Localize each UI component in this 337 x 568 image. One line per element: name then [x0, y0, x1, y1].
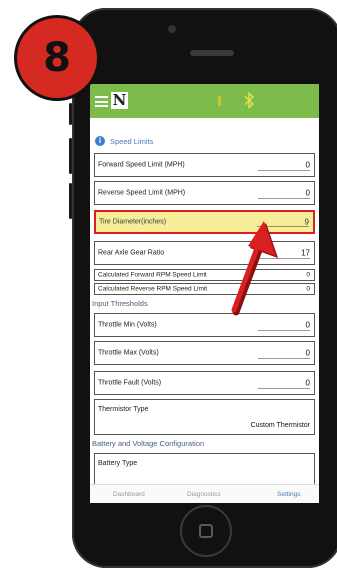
field-label: Tire Diameter(inches): [99, 218, 167, 226]
field-label: Battery Type: [98, 460, 138, 467]
nav-dashboard[interactable]: Dashboard: [113, 491, 145, 498]
home-button[interactable]: [180, 505, 232, 557]
field-value: 0: [305, 378, 310, 388]
field-value: 0: [305, 320, 310, 330]
app-logo: N: [111, 91, 128, 109]
field-label: Forward Speed Limit (MPH): [98, 161, 185, 169]
field-label: Calculated Reverse RPM Speed Limit: [98, 285, 208, 293]
field-label: Throttle Max (Volts): [98, 349, 159, 357]
section-battery-config: Battery and Voltage Configuration: [92, 439, 205, 448]
bluetooth-icon[interactable]: [243, 92, 255, 109]
field-value: Custom Thermistor: [250, 422, 310, 429]
field-value: 0: [305, 188, 310, 198]
mute-switch: [69, 103, 72, 125]
step-number-badge: 8: [14, 15, 100, 101]
thermistor-type-select[interactable]: Thermistor Type Custom Thermistor: [94, 399, 315, 435]
throttle-fault-field[interactable]: Throttle Fault (Volts) 0: [94, 371, 315, 395]
field-label: Thermistor Type: [98, 406, 149, 413]
field-label: Throttle Min (Volts): [98, 321, 157, 329]
field-label: Rear Axle Gear Ratio: [98, 249, 165, 257]
section-speed-limits: Speed Limits: [110, 137, 154, 146]
bottom-navigation: Dashboard Diagnostics Settings: [90, 484, 319, 503]
info-icon: i: [95, 136, 105, 146]
volume-up-button: [69, 138, 72, 174]
pointer-arrow-icon: [231, 221, 278, 316]
field-value: 0: [305, 160, 310, 170]
front-camera: [168, 25, 176, 33]
volume-down-button: [69, 183, 72, 219]
field-label: Throttle Fault (Volts): [98, 379, 162, 387]
forward-speed-limit-field[interactable]: Forward Speed Limit (MPH) 0: [94, 153, 315, 177]
field-label: Calculated Forward RPM Speed Limit: [98, 271, 207, 279]
field-label: Reverse Speed Limit (MPH): [98, 189, 186, 197]
section-input-thresholds: Input Thresholds: [92, 299, 148, 308]
field-value: 17: [301, 248, 310, 258]
app-header: N: [90, 84, 319, 118]
field-value: 0: [306, 285, 310, 293]
home-square-icon: [199, 524, 213, 538]
nav-settings[interactable]: Settings: [277, 491, 301, 498]
reverse-speed-limit-field[interactable]: Reverse Speed Limit (MPH) 0: [94, 181, 315, 205]
throttle-max-field[interactable]: Throttle Max (Volts) 0: [94, 341, 315, 365]
nav-diagnostics[interactable]: Diagnostics: [187, 491, 221, 498]
earpiece-speaker: [190, 50, 234, 56]
field-value: 0: [305, 348, 310, 358]
connection-status-icon: [218, 96, 221, 106]
menu-icon[interactable]: [95, 96, 108, 107]
field-value: 0: [306, 271, 310, 279]
app-screen: N i Speed Limits Forward Speed Limit (MP…: [90, 84, 319, 503]
